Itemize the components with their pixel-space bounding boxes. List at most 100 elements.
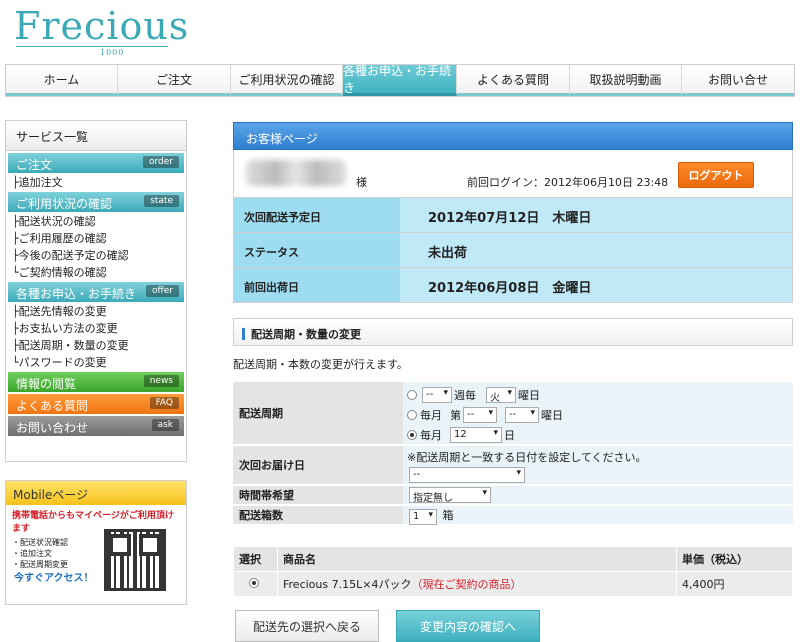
info-value: 未出荷: [400, 233, 792, 267]
header-select: 選択: [233, 546, 278, 572]
header-product-name: 商品名: [277, 546, 677, 572]
news-tag: news: [143, 375, 179, 387]
week-ordinal-select[interactable]: --: [463, 407, 497, 423]
nav-usage[interactable]: ご利用状況の確認: [231, 65, 343, 96]
sidebar-item-usage-history[interactable]: ├ご利用履歴の確認: [6, 229, 186, 246]
monthly-weekday-select[interactable]: --: [505, 407, 539, 423]
logo-number: 1000: [100, 48, 125, 57]
weekday-suffix: 曜日: [518, 389, 540, 402]
monthly-text: 毎月: [420, 429, 442, 442]
quantity-select[interactable]: 1: [409, 509, 437, 525]
frecious-logo[interactable]: Frecious 1000: [14, 4, 190, 58]
next-delivery-note: ※配送周期と一致する日付を設定してください。: [407, 451, 647, 464]
product-select-cell: [233, 571, 278, 597]
faq-tag: FAQ: [149, 397, 179, 409]
sidebar-item-address-change[interactable]: ├配送先情報の変更: [6, 302, 186, 319]
sidebar-cat-label: 各種お申込・お手続き: [16, 287, 137, 301]
info-key: 次回配送予定日: [234, 198, 400, 232]
sidebar-cat-label: ご利用状況の確認: [16, 197, 113, 211]
sidebar-cat-order[interactable]: ご注文 order: [8, 153, 184, 173]
product-table: 選択 商品名 単価（税込） Frecious 7.15L×4パック（現在ご契約の…: [233, 546, 793, 597]
form-field-group: -- 週毎 火 曜日 毎月 第 -- -- 曜日 毎月 12 日: [403, 382, 793, 444]
sidebar-cat-offer[interactable]: 各種お申込・お手続き offer: [8, 282, 184, 302]
weekday-suffix: 曜日: [541, 409, 563, 422]
sidebar-cat-label: お問い合わせ: [16, 421, 89, 435]
sidebar-cat-state[interactable]: ご利用状況の確認 state: [8, 192, 184, 212]
mobile-page-box: Mobileページ 携帯電話からもマイページがご利用頂けます ・配送状況確認 ・…: [5, 480, 187, 605]
sidebar-cat-label: よくある質問: [16, 399, 89, 413]
nav-faq[interactable]: よくある質問: [457, 65, 570, 96]
nav-home[interactable]: ホーム: [6, 65, 118, 96]
product-name: Frecious 7.15L×4パック: [283, 578, 412, 591]
last-login-text: 前回ログイン：2012年06月10日 23:48: [467, 176, 669, 189]
form-label: 次回お届け日: [233, 446, 403, 484]
form-label: 配送周期: [233, 382, 403, 444]
customer-name-blurred: [246, 160, 346, 186]
sidebar-item-contract-info[interactable]: └ご契約情報の確認: [6, 263, 186, 280]
honorific-suffix: 様: [356, 176, 367, 189]
section-heading: 配送周期・数量の変更: [233, 318, 793, 346]
cycle-weekly-radio[interactable]: [407, 390, 417, 400]
sidebar-item-delivery-status[interactable]: ├配送状況の確認: [6, 212, 186, 229]
sidebar-title: サービス一覧: [6, 121, 186, 151]
mobile-access-link[interactable]: 今すぐアクセス！: [14, 569, 94, 584]
info-key: 前回出荷日: [234, 268, 400, 302]
form-row-quantity: 配送箱数 1 箱: [233, 506, 793, 526]
logo-underline: [16, 46, 168, 47]
sidebar-item-delivery-schedule[interactable]: ├今後の配送予定の確認: [6, 246, 186, 263]
monthly-text: 毎月: [420, 409, 442, 422]
cycle-form: 配送周期 -- 週毎 火 曜日 毎月 第 -- -- 曜日 毎月 12 日: [233, 382, 793, 526]
info-row-next-delivery: 次回配送予定日 2012年07月12日 木曜日: [233, 198, 793, 233]
logo-wordmark: Frecious: [14, 4, 190, 48]
qr-code-icon: [104, 529, 166, 591]
section-accent-bar: [242, 328, 245, 340]
cycle-monthly-date-radio[interactable]: [407, 430, 417, 440]
offer-tag: offer: [146, 285, 179, 297]
ordinal-text: 第: [450, 409, 461, 422]
sidebar-cat-faq[interactable]: よくある質問 FAQ: [8, 394, 184, 414]
sidebar-item-payment-change[interactable]: ├お支払い方法の変更: [6, 319, 186, 336]
form-row-time: 時間帯希望 指定無し: [233, 486, 793, 506]
table-header-row: 選択 商品名 単価（税込）: [233, 546, 793, 572]
sidebar-item-password-change[interactable]: └パスワードの変更: [6, 353, 186, 370]
sidebar-cat-news[interactable]: 情報の閲覧 news: [8, 372, 184, 392]
form-field-group: 1 箱: [403, 506, 793, 525]
nav-applications[interactable]: 各種お申込・お手続き: [343, 64, 457, 96]
sidebar-cat-ask[interactable]: お問い合わせ ask: [8, 416, 184, 436]
day-suffix: 日: [504, 429, 515, 442]
time-slot-select[interactable]: 指定無し: [409, 487, 491, 504]
user-info-box: 様 前回ログイン：2012年06月10日 23:48 ログアウト: [233, 150, 793, 198]
ask-tag: ask: [151, 419, 179, 431]
quantity-unit: 箱: [442, 509, 454, 522]
back-button[interactable]: 配送先の選択へ戻る: [235, 610, 379, 642]
global-nav: ホーム ご注文 ご利用状況の確認 各種お申込・お手続き よくある質問 取扱説明動…: [5, 64, 795, 97]
product-name-cell: Frecious 7.15L×4パック（現在ご契約の商品）: [277, 571, 677, 597]
sidebar-item-cycle-change[interactable]: ├配送周期・数量の変更: [6, 336, 186, 353]
cycle-monthly-weekday-radio[interactable]: [407, 410, 417, 420]
sidebar: サービス一覧 ご注文 order ├追加注文 ご利用状況の確認 state ├配…: [5, 120, 187, 462]
mobile-title: Mobileページ: [6, 481, 186, 505]
nav-contact[interactable]: お問い合せ: [682, 65, 794, 96]
nav-videos[interactable]: 取扱説明動画: [570, 65, 682, 96]
weekday-select[interactable]: 火: [486, 387, 516, 404]
monthly-date-select[interactable]: 12: [450, 427, 502, 443]
confirm-button[interactable]: 変更内容の確認へ: [396, 610, 540, 642]
form-label: 時間帯希望: [233, 486, 403, 504]
info-row-last-shipment: 前回出荷日 2012年06月08日 金曜日: [233, 268, 793, 303]
cycle-weekly-option: -- 週毎 火 曜日: [407, 385, 789, 405]
cycle-monthly-weekday-option: 毎月 第 -- -- 曜日: [407, 405, 789, 425]
logout-button[interactable]: ログアウト: [678, 162, 754, 188]
weekly-text: 週毎: [454, 389, 476, 402]
order-tag: order: [143, 156, 179, 168]
form-label: 配送箱数: [233, 506, 403, 524]
info-value: 2012年07月12日 木曜日: [400, 198, 792, 232]
cycle-monthly-date-option: 毎月 12 日: [407, 425, 789, 445]
product-radio[interactable]: [249, 577, 259, 588]
form-field-group: ※配送周期と一致する日付を設定してください。 --: [403, 446, 793, 484]
next-delivery-select[interactable]: --: [409, 467, 525, 483]
nav-order[interactable]: ご注文: [118, 65, 231, 96]
sidebar-item-additional-order[interactable]: ├追加注文: [6, 173, 186, 190]
info-key: ステータス: [234, 233, 400, 267]
week-count-select[interactable]: --: [422, 387, 452, 403]
section-description: 配送周期・本数の変更が行えます。: [233, 358, 408, 371]
